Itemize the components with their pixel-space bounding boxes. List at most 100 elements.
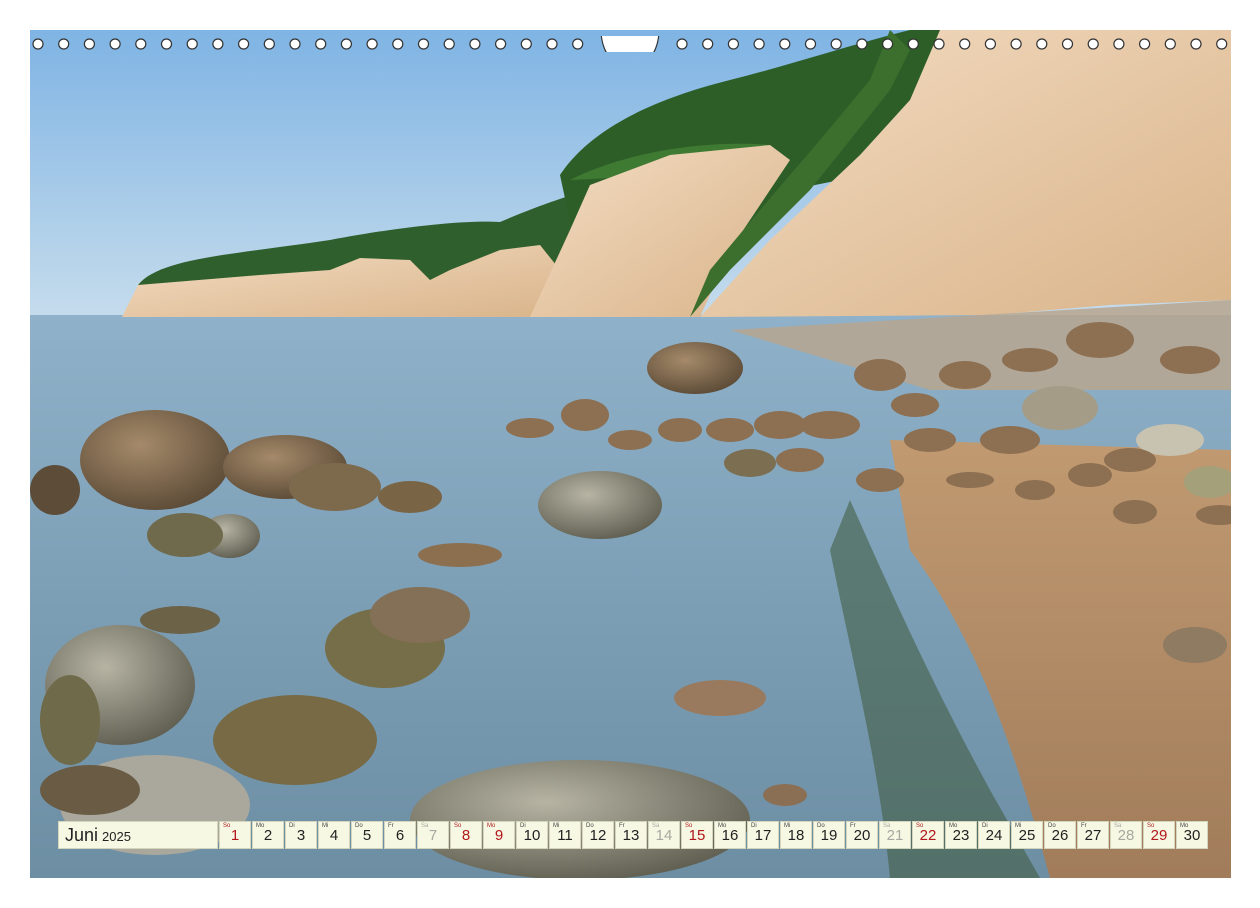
binding-hole — [546, 38, 558, 50]
binding-hole — [315, 38, 327, 50]
day-number: 29 — [1150, 827, 1168, 844]
binding-hole — [1216, 38, 1228, 50]
day-cell: Mo 9 — [483, 821, 515, 849]
day-number: 14 — [655, 827, 673, 844]
day-cell: Fr 6 — [384, 821, 416, 849]
day-cell: So 1 — [219, 821, 251, 849]
day-cell: Di 3 — [285, 821, 317, 849]
day-cell: So 22 — [912, 821, 944, 849]
day-number: 2 — [263, 827, 273, 844]
day-number: 23 — [952, 827, 970, 844]
hanger-notch — [600, 36, 660, 52]
binding-hole — [1087, 38, 1099, 50]
day-number: 1 — [230, 827, 240, 844]
day-number: 15 — [688, 827, 706, 844]
day-number: 16 — [721, 827, 739, 844]
binding-hole — [340, 38, 352, 50]
binding-hole — [495, 38, 507, 50]
day-cell: Di 17 — [747, 821, 779, 849]
day-cell: Sa 28 — [1110, 821, 1142, 849]
binding-hole — [804, 38, 817, 50]
year: 2025 — [102, 829, 131, 844]
day-cell: Mo 23 — [945, 821, 977, 849]
binding-hole — [212, 38, 224, 50]
binding-hole — [1010, 38, 1022, 50]
month-label: Juni 2025 — [58, 821, 218, 849]
day-cell: So 15 — [681, 821, 713, 849]
day-number: 12 — [589, 827, 607, 844]
day-cell: Do 12 — [582, 821, 614, 849]
binding-hole — [959, 38, 971, 50]
binding-hole — [469, 38, 481, 50]
day-number: 3 — [296, 827, 306, 844]
binding-hole — [366, 38, 378, 50]
day-number: 10 — [523, 827, 541, 844]
month-name: Juni — [65, 824, 99, 845]
binding-hole — [676, 38, 688, 50]
day-number: 19 — [820, 827, 838, 844]
day-cell: Do 5 — [351, 821, 383, 849]
day-number: 21 — [886, 827, 904, 844]
day-cell: Sa 21 — [879, 821, 911, 849]
binding-hole — [984, 38, 997, 50]
day-cell: Fr 20 — [846, 821, 878, 849]
day-cell: Fr 13 — [615, 821, 647, 849]
day-number: 22 — [919, 827, 937, 844]
day-cell: Sa 14 — [648, 821, 680, 849]
binding-hole — [1061, 38, 1074, 50]
day-number: 27 — [1084, 827, 1102, 844]
binding-hole — [160, 38, 173, 50]
binding-hole — [1164, 38, 1176, 50]
day-number: 24 — [985, 827, 1003, 844]
day-number: 13 — [622, 827, 640, 844]
binding-hole — [702, 38, 714, 50]
binding-hole — [109, 38, 121, 50]
binding-hole — [186, 38, 198, 50]
day-cell: Di 24 — [978, 821, 1010, 849]
day-cell: Di 10 — [516, 821, 548, 849]
day-cell: Fr 27 — [1077, 821, 1109, 849]
day-cell: Mo 16 — [714, 821, 746, 849]
day-number: 5 — [362, 827, 372, 844]
day-number: 20 — [853, 827, 871, 844]
binding-hole — [392, 38, 404, 50]
calendar-strip: Juni 2025 So 1 Mo 2 Di 3 Mi 4 Do 5 Fr 6 Sa 7 So 8 Mo 9 Di 1… — [58, 821, 1208, 849]
binding-hole — [933, 38, 945, 50]
binding-hole — [135, 38, 147, 50]
day-number: 30 — [1183, 827, 1201, 844]
binding-hole — [1138, 38, 1151, 50]
binding-hole — [520, 38, 532, 50]
binding-hole — [443, 38, 455, 50]
binding-hole — [58, 38, 70, 50]
binding-hole — [830, 38, 842, 50]
day-number: 25 — [1018, 827, 1036, 844]
day-number: 6 — [395, 827, 405, 844]
day-number: 4 — [329, 827, 339, 844]
binding-hole — [907, 38, 919, 50]
day-number: 18 — [787, 827, 805, 844]
binding-hole — [417, 38, 430, 50]
day-number: 26 — [1051, 827, 1069, 844]
day-number: 7 — [428, 827, 438, 844]
binding-hole — [32, 38, 44, 50]
binding-hole — [238, 38, 250, 50]
binding-hole — [779, 38, 791, 50]
binding-hole — [83, 38, 96, 50]
day-cell: Mo 2 — [252, 821, 284, 849]
day-cell: Do 26 — [1044, 821, 1076, 849]
day-number: 11 — [557, 827, 573, 844]
day-number: 28 — [1117, 827, 1135, 844]
spiral-binding — [32, 36, 1228, 52]
binding-hole — [263, 38, 275, 50]
day-cell: Mi 18 — [780, 821, 812, 849]
binding-hole — [727, 38, 740, 50]
binding-hole — [572, 38, 584, 50]
binding-hole — [1190, 38, 1202, 50]
binding-hole — [289, 38, 301, 50]
day-cell: Mo 30 — [1176, 821, 1208, 849]
landscape-photo — [30, 30, 1231, 878]
binding-hole — [1036, 38, 1048, 50]
day-cell: Do 19 — [813, 821, 845, 849]
day-cell: Mi 25 — [1011, 821, 1043, 849]
day-cell: Sa 7 — [417, 821, 449, 849]
